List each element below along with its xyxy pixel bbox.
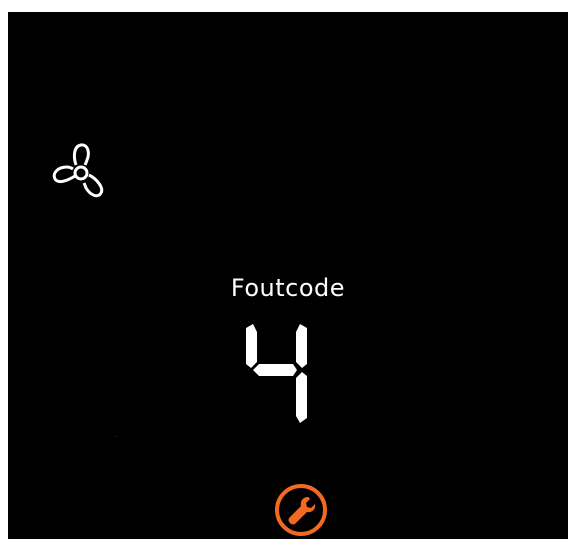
screen-pixel-mark <box>116 436 117 437</box>
error-code-digit <box>246 324 307 423</box>
wrench-icon[interactable] <box>274 483 328 537</box>
error-code-label: Foutcode <box>230 274 346 302</box>
device-display: Foutcode <box>8 12 568 539</box>
fan-icon <box>52 143 104 198</box>
